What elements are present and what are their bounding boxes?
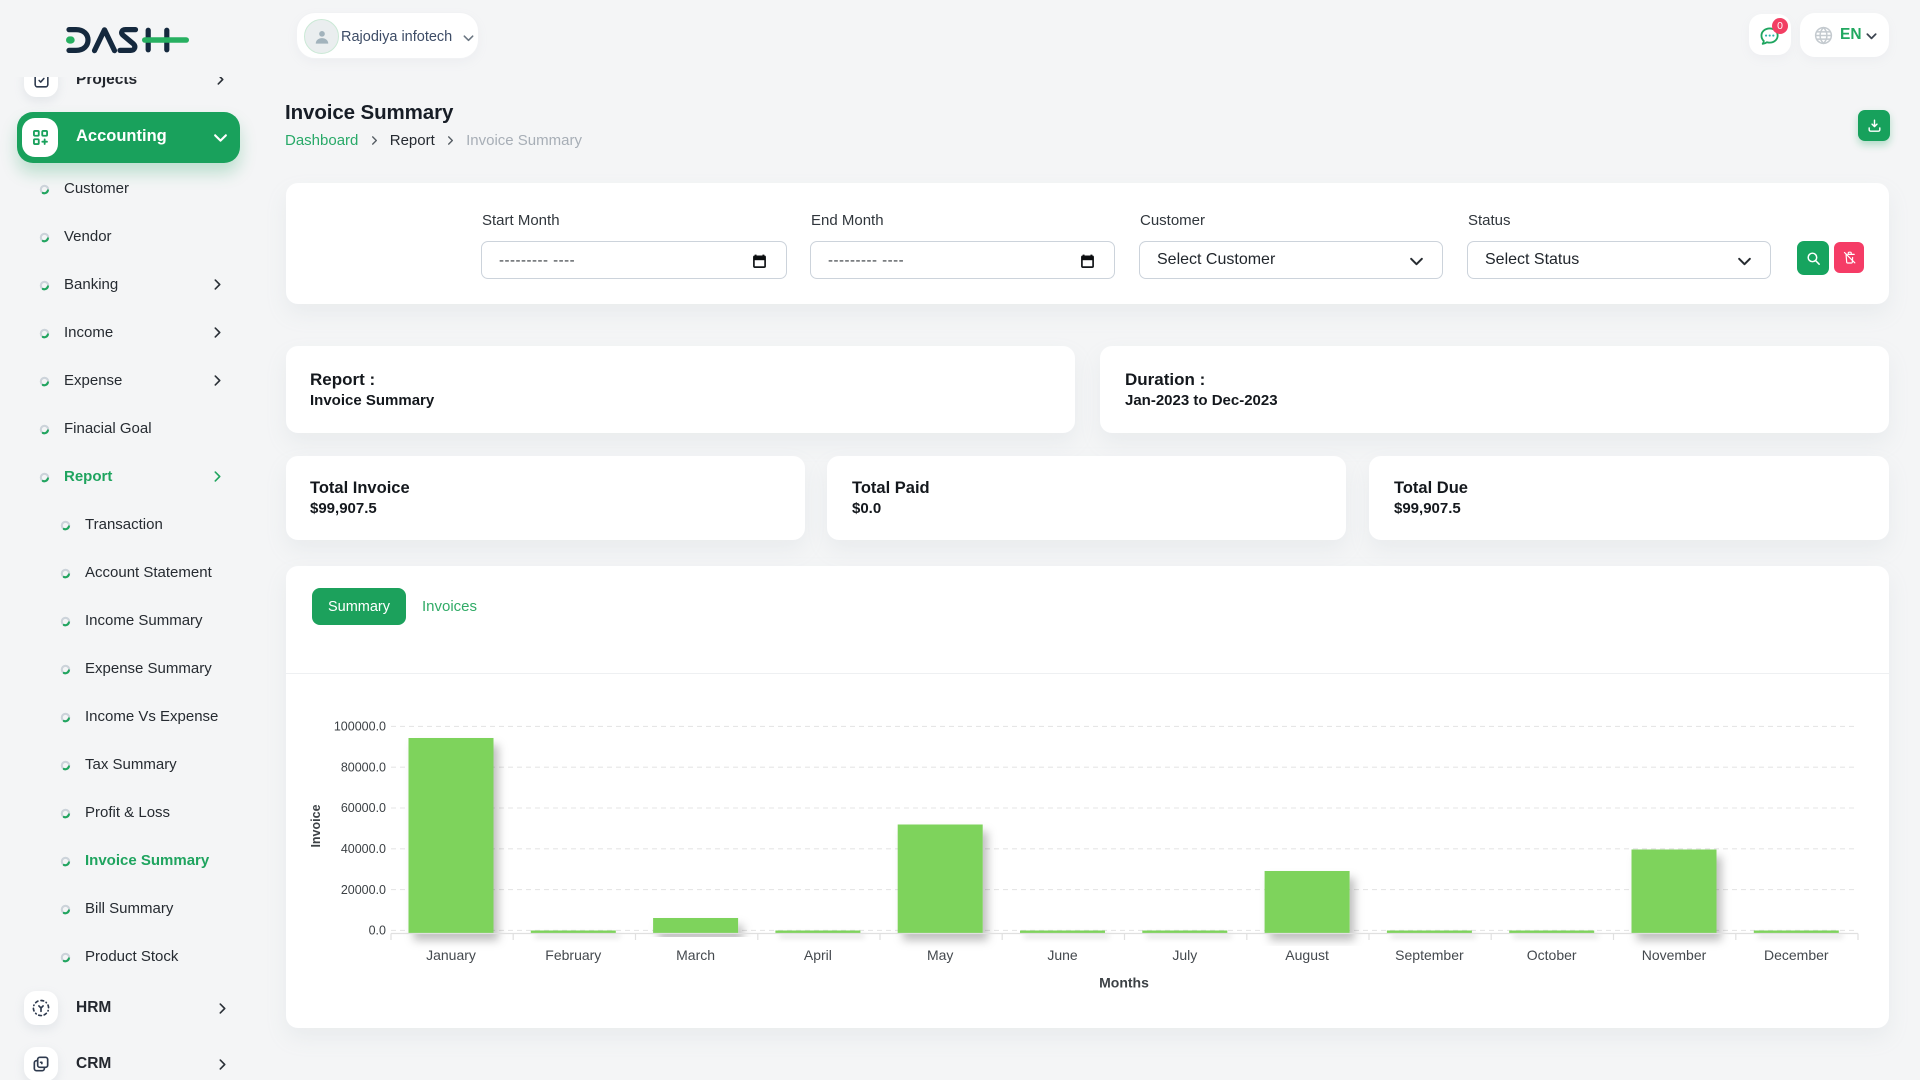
svg-text:60000.0: 60000.0 — [341, 801, 386, 815]
svg-text:September: September — [1395, 947, 1464, 963]
svg-text:40000.0: 40000.0 — [341, 842, 386, 856]
svg-text:Months: Months — [1099, 975, 1149, 991]
svg-text:May: May — [927, 947, 953, 963]
svg-text:March: March — [676, 947, 715, 963]
svg-text:July: July — [1172, 947, 1197, 963]
svg-text:October: October — [1527, 947, 1577, 963]
svg-text:Invoice: Invoice — [309, 804, 323, 847]
svg-text:August: August — [1285, 947, 1329, 963]
svg-text:December: December — [1764, 947, 1829, 963]
svg-text:20000.0: 20000.0 — [341, 883, 386, 897]
svg-text:0.0: 0.0 — [369, 924, 386, 938]
svg-text:February: February — [545, 947, 601, 963]
svg-text:June: June — [1047, 947, 1078, 963]
svg-text:80000.0: 80000.0 — [341, 760, 386, 774]
svg-text:100000.0: 100000.0 — [334, 720, 386, 734]
svg-text:November: November — [1642, 947, 1707, 963]
svg-text:January: January — [426, 947, 476, 963]
svg-text:April: April — [804, 947, 832, 963]
